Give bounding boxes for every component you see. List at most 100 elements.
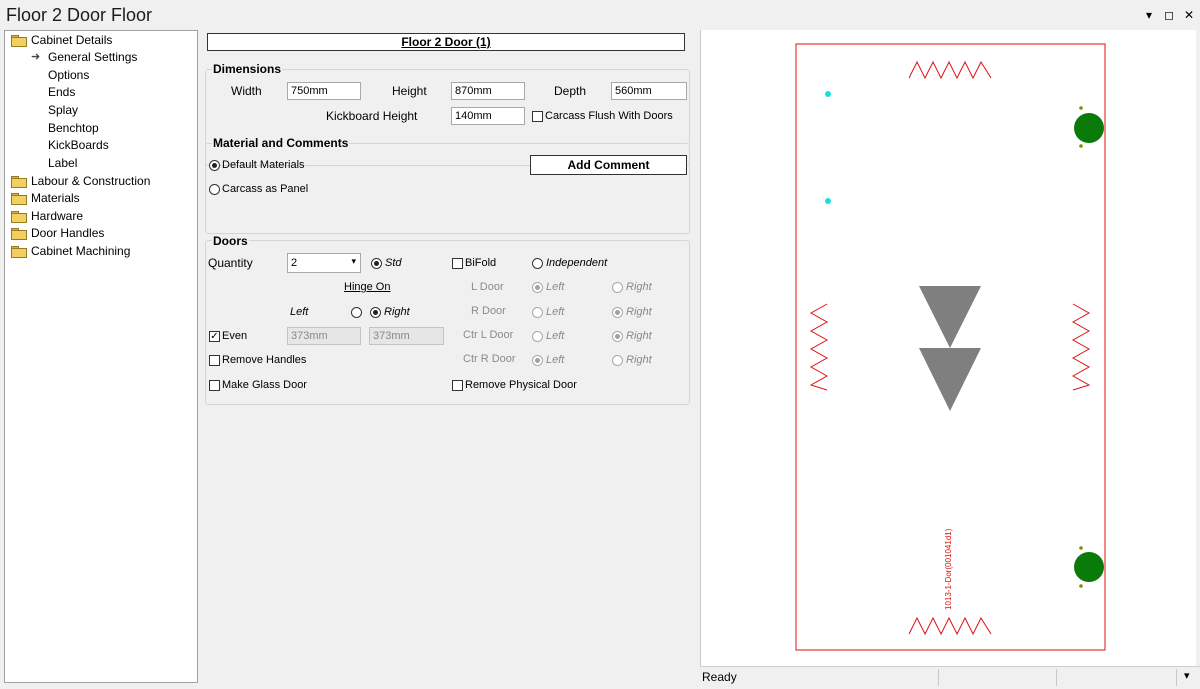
kickboard-height-label: Kickboard Height (326, 109, 418, 123)
independent-radio[interactable] (532, 258, 543, 269)
tree-item-options[interactable]: Options (48, 67, 89, 84)
remove-handles-checkbox[interactable] (209, 355, 220, 366)
tree-item-label: Splay (48, 103, 79, 117)
status-divider (1056, 669, 1057, 686)
l-door-right-label: Right (626, 281, 652, 293)
even-left-input[interactable] (287, 327, 361, 345)
tree-item-label[interactable]: Label (48, 155, 77, 172)
tree-item-label: Hardware (31, 209, 84, 223)
tree-item-ends[interactable]: Ends (48, 84, 75, 101)
folder-icon (11, 211, 27, 223)
even-right-input[interactable] (369, 327, 444, 345)
grain-zigzag-top (908, 60, 992, 80)
ctr-r-door-label: Ctr R Door (463, 353, 516, 365)
r-door-left-label: Left (546, 306, 565, 318)
hinge-on-label: Hinge On (344, 281, 391, 293)
hinge-right-label: Right (384, 306, 410, 318)
folder-icon (11, 176, 27, 188)
tree-item-benchtop[interactable]: Benchtop (48, 120, 99, 137)
ctr-l-door-right-label: Right (626, 330, 652, 342)
tree-item-label: Ends (48, 85, 76, 99)
std-label: Std (385, 257, 402, 269)
close-icon[interactable]: ✕ (1182, 8, 1196, 22)
tree-item-label: Cabinet Details (31, 33, 113, 47)
bifold-checkbox[interactable] (452, 258, 463, 269)
hinge-screw-icon (1079, 584, 1083, 588)
marker-dot-top (825, 91, 831, 97)
make-glass-door-checkbox[interactable] (209, 380, 220, 391)
height-label: Height (392, 84, 427, 98)
chevron-down-icon[interactable]: ▾ (1184, 669, 1190, 682)
depth-label: Depth (554, 84, 587, 98)
ctr-r-door-left-radio[interactable] (532, 355, 543, 366)
r-door-right-radio[interactable] (612, 307, 623, 318)
folder-icon (11, 193, 27, 205)
ctr-r-door-right-radio[interactable] (612, 355, 623, 366)
r-door-right-label: Right (626, 306, 652, 318)
ctr-l-door-right-radio[interactable] (612, 331, 623, 342)
status-divider (1176, 669, 1177, 686)
arrow-down-icon (919, 348, 981, 411)
carcass-as-panel-radio[interactable] (209, 184, 220, 195)
ctr-l-door-left-radio[interactable] (532, 331, 543, 342)
hinge-bottom-icon (1074, 552, 1104, 582)
navigation-tree: Cabinet Details ➜ General Settings Optio… (4, 30, 198, 683)
doors-title: Doors (212, 234, 249, 248)
hinge-screw-icon (1079, 106, 1083, 110)
folder-icon (11, 35, 27, 47)
carcass-as-panel-label: Carcass as Panel (222, 183, 309, 195)
kickboard-height-input[interactable] (451, 107, 525, 125)
ctr-l-door-label: Ctr L Door (463, 329, 514, 341)
folder-icon (11, 228, 27, 240)
cabinet-name-field[interactable]: Floor 2 Door (1) (207, 33, 685, 51)
tree-item-splay[interactable]: Splay (48, 102, 78, 119)
ctr-r-door-left-label: Left (546, 354, 565, 366)
grain-zigzag-right (1071, 303, 1091, 391)
hinge-left-radio[interactable] (351, 307, 362, 318)
default-materials-radio[interactable] (209, 160, 220, 171)
tree-item-label: Labour & Construction (31, 174, 151, 188)
arrow-right-icon: ➜ (31, 51, 41, 63)
width-input[interactable] (287, 82, 361, 100)
tree-item-label: KickBoards (48, 138, 109, 152)
status-divider (938, 669, 939, 686)
quantity-value: 2 (291, 257, 298, 269)
remove-handles-label: Remove Handles (222, 354, 307, 366)
maximize-icon[interactable]: ◻ (1162, 8, 1176, 22)
even-checkbox[interactable]: ✓ (209, 331, 220, 342)
r-door-label: R Door (471, 305, 506, 317)
r-door-left-radio[interactable] (532, 307, 543, 318)
std-radio[interactable] (371, 258, 382, 269)
independent-label: Independent (546, 257, 608, 269)
ctr-r-door-right-label: Right (626, 354, 652, 366)
carcass-flush-checkbox[interactable] (532, 111, 543, 122)
height-input[interactable] (451, 82, 525, 100)
ctr-l-door-left-label: Left (546, 330, 565, 342)
make-glass-door-label: Make Glass Door (222, 379, 307, 391)
add-comment-button[interactable]: Add Comment (530, 155, 687, 175)
chevron-down-icon: ▾ (351, 256, 356, 266)
remove-physical-door-label: Remove Physical Door (465, 379, 577, 391)
tree-item-label: Benchtop (48, 121, 99, 135)
tree-item-label: Materials (31, 191, 80, 205)
grain-zigzag-left (809, 303, 829, 391)
arrow-down-icon (919, 286, 981, 348)
quantity-select[interactable]: 2 ▾ (287, 253, 361, 273)
status-bar: Ready ▾ (700, 666, 1200, 689)
tree-item-kickboards[interactable]: KickBoards (48, 137, 109, 154)
hinge-right-radio[interactable] (370, 307, 381, 318)
l-door-label: L Door (471, 281, 504, 293)
default-materials-label: Default Materials (222, 159, 305, 171)
dropdown-icon[interactable]: ▾ (1142, 8, 1156, 22)
carcass-flush-label: Carcass Flush With Doors (545, 110, 673, 122)
l-door-left-radio[interactable] (532, 282, 543, 293)
depth-input[interactable] (611, 82, 687, 100)
cabinet-preview[interactable]: 1013-1-Dor(001041d1) (700, 30, 1196, 666)
remove-physical-door-checkbox[interactable] (452, 380, 463, 391)
material-comments-title: Material and Comments (212, 136, 350, 150)
l-door-right-radio[interactable] (612, 282, 623, 293)
preview-drawing: 1013-1-Dor(001041d1) (795, 43, 1106, 651)
tree-item-label: Label (48, 156, 78, 170)
bifold-label: BiFold (465, 257, 497, 269)
status-text: Ready (702, 670, 737, 684)
